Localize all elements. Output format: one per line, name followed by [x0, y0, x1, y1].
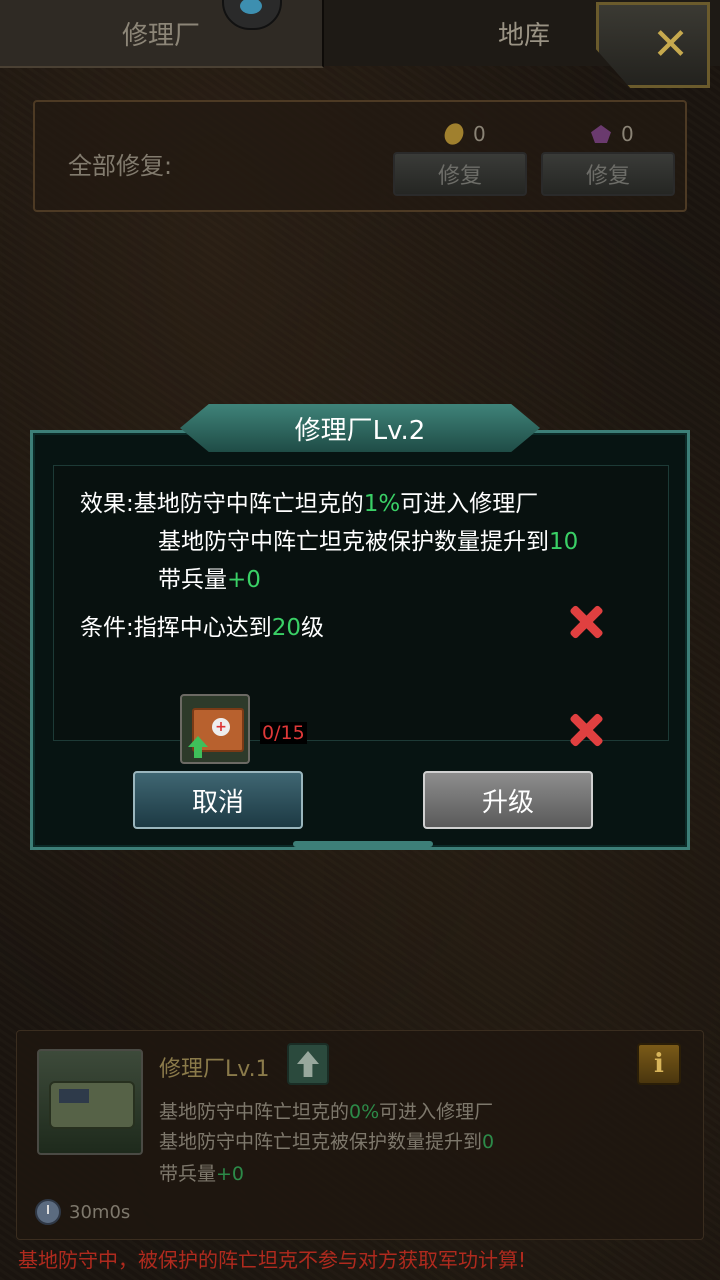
upgrade-dialog: 效果:基地防守中阵亡坦克的1%可进入修理厂 基地防守中阵亡坦克被保护数量提升到1… [30, 430, 690, 850]
gold-cost-value: 0 [473, 122, 486, 146]
repair-all-label: 全部修复: [68, 152, 173, 180]
info-icon[interactable]: i [637, 1043, 681, 1085]
effect-row-3: 带兵量+0 [158, 560, 261, 594]
upgrade-timer: 30m0s [35, 1199, 130, 1225]
gold-coin-icon [441, 120, 467, 148]
effect-percent-value: 1% [363, 491, 401, 517]
repair-crate-item[interactable]: + [180, 694, 250, 764]
info-text: 基地防守中阵亡坦克的 [159, 1101, 350, 1123]
condition-text: 指挥中心达到 [133, 615, 272, 641]
clock-icon [35, 1199, 61, 1225]
building-info-panel: 修理厂Lv.1 i 基地防守中阵亡坦克的0%可进入修理厂 基地防守中阵亡坦克被保… [16, 1030, 704, 1240]
tab-repair-factory-label: 修理厂 [121, 20, 200, 51]
crystal-icon [591, 125, 611, 143]
effect-text: 基地防守中阵亡坦克的 [133, 491, 364, 517]
info-line-1: 基地防守中阵亡坦克的0%可进入修理厂 [159, 1097, 493, 1124]
crystal-cost-value: 0 [621, 122, 634, 146]
info-text: 可进入修理厂 [379, 1101, 494, 1123]
dialog-title: 修理厂Lv.2 [180, 404, 540, 452]
info-text: 带兵量 [159, 1163, 217, 1185]
upgrade-arrow-icon [297, 1051, 319, 1077]
dialog-content: 效果:基地防守中阵亡坦克的1%可进入修理厂 基地防守中阵亡坦克被保护数量提升到1… [53, 465, 669, 764]
effect-text: 可进入修理厂 [400, 491, 539, 517]
info-count-value: 0 [482, 1131, 495, 1153]
building-title: 修理厂Lv.1 [159, 1057, 270, 1082]
effect-label: 效果: [80, 491, 134, 517]
effect-row-2: 基地防守中阵亡坦克被保护数量提升到10 [158, 522, 578, 556]
effect-text: 带兵量 [158, 567, 227, 593]
effect-row-1: 效果:基地防守中阵亡坦克的1%可进入修理厂 [80, 484, 538, 518]
upgrade-button[interactable]: 升级 [423, 771, 593, 829]
condition-row: 条件:指挥中心达到20级 [80, 608, 324, 642]
dialog-decor-bar [293, 841, 433, 847]
info-text: 基地防守中阵亡坦克被保护数量提升到 [159, 1131, 483, 1153]
info-line-3: 带兵量+0 [159, 1159, 244, 1186]
item-progress: 0/15 [260, 722, 307, 744]
info-percent-value: 0% [349, 1101, 380, 1123]
troop-bonus-value: +0 [227, 567, 261, 593]
repair-factory-thumbnail [37, 1049, 143, 1155]
warning-text: 基地防守中，被保护的阵亡坦克不参与对方获取军功计算! [18, 1248, 527, 1272]
condition-level-value: 20 [271, 615, 302, 641]
repair-crystal-button[interactable]: 修复 [541, 152, 675, 196]
info-line-2: 基地防守中阵亡坦克被保护数量提升到0 [159, 1127, 494, 1154]
fail-cross-icon [568, 712, 604, 748]
condition-label: 条件: [80, 615, 134, 641]
repair-gold-button[interactable]: 修复 [393, 152, 527, 196]
close-button[interactable]: ✕ [596, 2, 710, 88]
upgrade-arrow-button[interactable] [287, 1043, 329, 1085]
tab-garage-label: 地库 [497, 20, 550, 51]
info-troop-value: +0 [216, 1163, 245, 1185]
gold-cost: 0 [441, 120, 486, 148]
timer-value: 30m0s [69, 1201, 131, 1223]
cancel-button[interactable]: 取消 [133, 771, 303, 829]
effect-text: 基地防守中阵亡坦克被保护数量提升到 [158, 529, 549, 555]
crystal-cost: 0 [591, 122, 634, 146]
close-icon: ✕ [652, 19, 689, 70]
condition-text: 级 [301, 615, 325, 641]
effect-count-value: 10 [549, 529, 579, 555]
fail-cross-icon [568, 604, 604, 640]
repair-all-panel: 全部修复: 0 0 修复 修复 [33, 100, 687, 212]
vehicle-image [49, 1081, 135, 1129]
medical-cross-icon: + [212, 718, 230, 736]
